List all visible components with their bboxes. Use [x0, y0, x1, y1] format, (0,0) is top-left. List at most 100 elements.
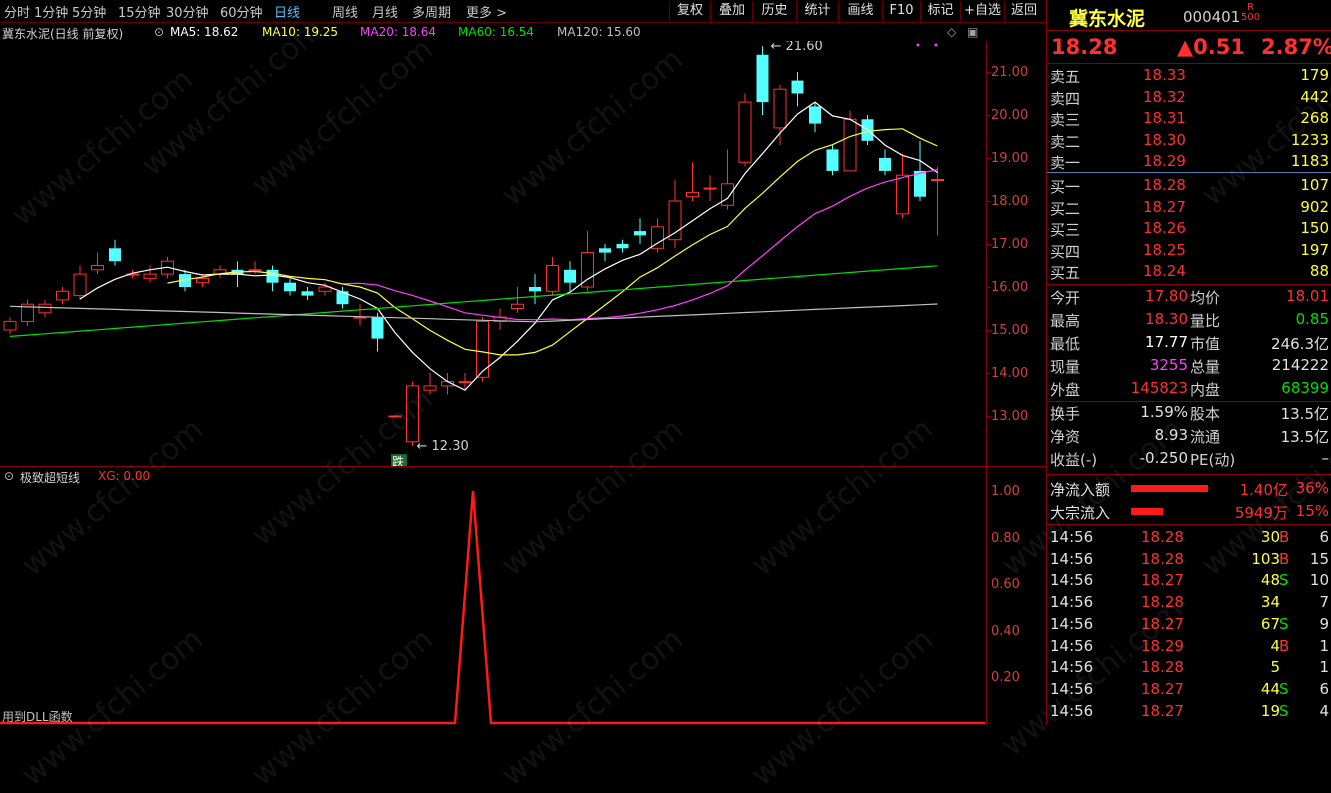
indicator-chart[interactable] [0, 467, 985, 725]
stat-row: 最低 17.77 市值 246.3亿 [1047, 332, 1331, 353]
candle [511, 287, 524, 313]
bid-row[interactable]: 买一 18.28 107 [1047, 175, 1331, 196]
order-price: 18.27 [1143, 197, 1186, 216]
candles-group [3, 46, 944, 447]
period-tab[interactable]: 日线 [274, 2, 300, 21]
tick-time: 14:56 [1050, 701, 1094, 720]
stat-value: 145823 [1130, 379, 1188, 397]
xg-signal-line [0, 490, 985, 725]
stat-value: 0.85 [1295, 310, 1329, 328]
candle [809, 102, 821, 133]
toolbar-button[interactable]: 画线 [838, 1, 882, 21]
order-price: 18.30 [1143, 130, 1186, 149]
bid-row[interactable]: 买三 18.26 150 [1047, 218, 1331, 239]
period-tab[interactable]: 60分钟 [220, 2, 263, 21]
toolbar-button[interactable]: 叠加 [710, 1, 753, 21]
period-tab[interactable]: 15分钟 [118, 2, 161, 21]
order-label: 买一 [1050, 178, 1081, 196]
candle [406, 381, 419, 447]
tick-row: 14:56 18.27 67 S 9 [1047, 614, 1331, 635]
stat-value: 18.30 [1145, 310, 1188, 328]
tick-row: 14:56 18.27 44 S 6 [1047, 679, 1331, 700]
flow-row: 大宗流入 5949万 15% [1047, 501, 1331, 522]
tick-count: 15 [1309, 549, 1329, 568]
candle [73, 265, 87, 300]
bid-row[interactable]: 买四 18.25 197 [1047, 240, 1331, 261]
stock-name: 冀东水泥 [1069, 8, 1146, 30]
tick-price: 18.28 [1141, 593, 1184, 612]
indicator-axis-label: 0.60 [991, 577, 1020, 592]
period-tab[interactable]: 分时 [4, 2, 30, 21]
tick-row: 14:56 18.27 48 S 10 [1047, 570, 1331, 591]
chart-info-bar: 冀东水泥(日线 前复权) ⊙ MA5: 18.62 MA10: 19.25 MA… [0, 23, 985, 41]
period-tab[interactable]: 更多 > [466, 2, 507, 21]
tick-count: 1 [1319, 658, 1329, 677]
tick-time: 14:56 [1050, 614, 1094, 633]
period-tab[interactable]: 30分钟 [166, 2, 209, 21]
price-axis-label: 17.00 [991, 237, 1029, 252]
toolbar-button[interactable]: 复权 [669, 1, 710, 21]
candle [564, 261, 576, 292]
order-label: 买五 [1050, 264, 1081, 282]
stat-value: 68399 [1281, 379, 1329, 397]
price-axis: 21.00 20.00 19.00 18.00 17.00 16.00 15.00 14.00… [986, 41, 1047, 466]
flow-pct: 15% [1295, 502, 1329, 520]
flow-label: 净流入额 [1050, 481, 1111, 499]
tick-price: 18.27 [1141, 701, 1184, 720]
bid-row[interactable]: 买五 18.24 88 [1047, 261, 1331, 282]
stat-value: – [1321, 449, 1330, 467]
ma60-label: MA60: 16.54 [458, 25, 535, 39]
tick-price: 18.29 [1141, 636, 1184, 655]
bid-row[interactable]: 买二 18.27 902 [1047, 197, 1331, 218]
divider [1047, 30, 1331, 31]
stat-label: 总量 [1190, 358, 1221, 376]
marker-dot [916, 43, 920, 47]
indicator-axis: 1.00 0.80 0.60 0.40 0.20 [986, 467, 1047, 725]
chevron-down-icon[interactable]: ⊙ [154, 25, 164, 39]
stat-label: 换手 [1050, 405, 1081, 423]
ask-row[interactable]: 卖五 18.33 179 [1047, 65, 1331, 86]
ask-row[interactable]: 卖三 18.31 268 [1047, 108, 1331, 129]
flow-value: 5949万 [1234, 504, 1288, 522]
period-tab[interactable]: 周线 [332, 2, 358, 21]
ask-row[interactable]: 卖一 18.29 1183 [1047, 151, 1331, 172]
period-tab[interactable]: 多周期 [412, 2, 451, 21]
candle [353, 304, 367, 326]
toolbar-button[interactable]: 统计 [796, 1, 838, 21]
last-price: 18.28 [1051, 35, 1118, 59]
tick-count: 4 [1319, 701, 1329, 720]
window-icon[interactable]: ▣ [967, 25, 978, 39]
stat-label: 现量 [1050, 358, 1081, 376]
ask-row[interactable]: 卖四 18.32 442 [1047, 87, 1331, 108]
toolbar-button[interactable]: 标记 [920, 1, 960, 21]
price-axis-label: 15.00 [991, 323, 1029, 338]
candle [38, 299, 52, 318]
order-volume: 902 [1300, 197, 1329, 216]
toolbar-button[interactable]: +自选 [960, 1, 1004, 21]
tick-row: 14:56 18.28 103 B 15 [1047, 549, 1331, 570]
price-axis-tick [987, 158, 991, 159]
candlestick-chart[interactable]: ← 21.60 ← 12.30 跌 [0, 41, 985, 466]
toolbar-button[interactable]: 返回 [1004, 1, 1043, 21]
price-axis-label: 20.00 [991, 108, 1029, 123]
stat-label: 均价 [1190, 289, 1221, 307]
candle [773, 84, 787, 146]
stat-value: 13.5亿 [1280, 428, 1329, 446]
period-tab[interactable]: 1分钟 [34, 2, 68, 21]
diamond-icon[interactable]: ◇ [947, 25, 956, 39]
stat-row: 外盘 145823 内盘 68399 [1047, 378, 1331, 399]
period-tab[interactable]: 5分钟 [72, 2, 106, 21]
stat-label: 净资 [1050, 428, 1081, 446]
tick-time: 14:56 [1050, 679, 1094, 698]
candle [546, 256, 559, 296]
ask-row[interactable]: 卖二 18.30 1233 [1047, 130, 1331, 151]
price-axis-label: 21.00 [991, 65, 1029, 80]
period-tab[interactable]: 月线 [372, 2, 398, 21]
period-toolbar: 分时 1分钟 5分钟 15分钟 30分钟 60分钟 日线 周线 月线 多周期 更多 > 复权 叠加 历史统… [0, 0, 1045, 23]
tick-time: 14:56 [1050, 528, 1094, 546]
toolbar-button[interactable]: 历史 [752, 1, 796, 21]
tick-time: 14:56 [1050, 636, 1094, 655]
toolbar-button[interactable]: F10 [882, 1, 920, 21]
candle [914, 140, 926, 201]
order-label: 卖二 [1050, 132, 1081, 151]
